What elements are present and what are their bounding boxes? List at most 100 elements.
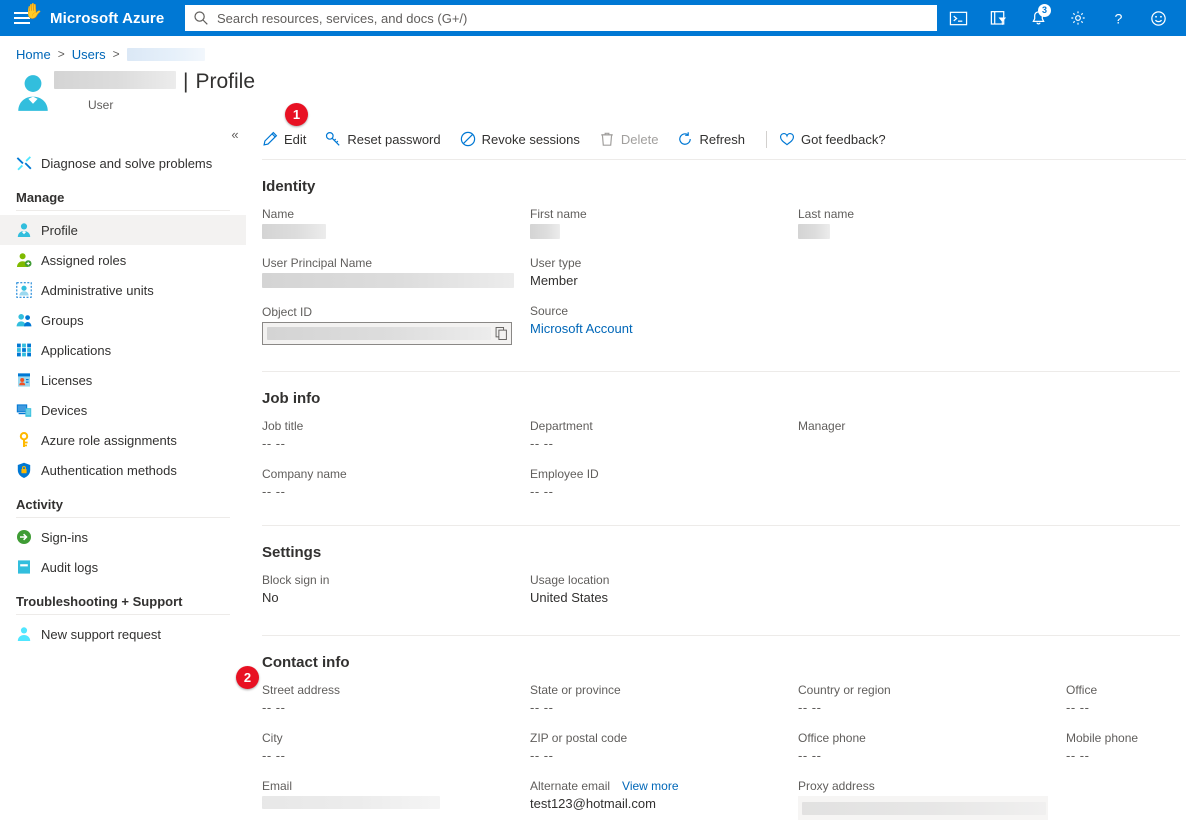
field-label: Employee ID [530, 467, 798, 481]
menu-hamburger-button[interactable]: ✋ [0, 0, 44, 36]
field-source: Source Microsoft Account [530, 304, 798, 338]
field-email: Email [262, 779, 530, 813]
sidebar-item-authentication-methods[interactable]: Authentication methods [0, 455, 246, 485]
field-label: Object ID [262, 305, 530, 319]
field-job-title: Job title -- -- [262, 419, 530, 453]
step-badge-2: 2 [236, 666, 259, 689]
field-proxy-address: Proxy address [798, 779, 1066, 820]
field-label-text: Alternate email [530, 779, 610, 793]
breadcrumb-item-users[interactable]: Users [72, 47, 106, 62]
user-icon [16, 222, 32, 238]
heart-icon [779, 131, 795, 147]
field-value [262, 224, 530, 242]
revoke-sessions-button-label: Revoke sessions [482, 132, 580, 147]
sidebar-group-header-manage: Manage [0, 190, 246, 210]
sidebar-item-sign-ins[interactable]: Sign-ins [0, 522, 246, 552]
page-title: Profile [195, 70, 255, 94]
sidebar-item-devices[interactable]: Devices [0, 395, 246, 425]
reset-password-button-label: Reset password [347, 132, 440, 147]
sign-in-arrow-icon [16, 529, 32, 545]
field-label: Proxy address [798, 779, 1066, 793]
collapse-sidebar-chevron-icon[interactable]: « [224, 124, 246, 144]
divider [262, 635, 1180, 636]
field-city: City -- -- [262, 731, 530, 765]
field-value: test123@hotmail.com [530, 796, 798, 813]
sidebar-item-diagnose-and-solve-problems[interactable]: Diagnose and solve problems [0, 148, 246, 178]
sidebar-item-azure-role-assignments[interactable]: Azure role assignments [0, 425, 246, 455]
trash-icon [599, 131, 615, 147]
field-label: Office [1066, 683, 1138, 697]
source-link[interactable]: Microsoft Account [530, 321, 633, 336]
field-object-id: Object ID [262, 305, 530, 345]
breadcrumb-item-user-redacted[interactable] [127, 48, 205, 61]
field-value: No [262, 590, 530, 607]
settings-gear-icon[interactable] [1058, 0, 1098, 36]
sidebar-item-profile[interactable]: Profile [0, 215, 246, 245]
copy-icon[interactable] [494, 326, 509, 341]
edit-button[interactable]: Edit [262, 124, 315, 154]
got-feedback-button[interactable]: Got feedback? [779, 124, 895, 154]
groups-icon [16, 312, 32, 328]
field-value: -- -- [262, 700, 530, 717]
field-value [262, 273, 530, 291]
edit-button-label: Edit [284, 132, 306, 147]
sidebar-item-label: Authentication methods [41, 463, 177, 478]
field-label: ZIP or postal code [530, 731, 798, 745]
revoke-sessions-button[interactable]: Revoke sessions [460, 124, 589, 154]
field-label: Street address [262, 683, 530, 697]
field-value [262, 796, 530, 813]
field-manager: Manager [798, 419, 1066, 453]
command-bar: Edit Reset password Revoke sessions Dele… [246, 118, 1186, 160]
field-value: -- -- [530, 700, 798, 717]
brand-title[interactable]: Microsoft Azure [50, 10, 164, 27]
view-more-link[interactable]: View more [622, 779, 678, 793]
help-question-icon[interactable]: ? [1098, 0, 1138, 36]
cloud-shell-icon[interactable] [938, 0, 978, 36]
first-name-value-redacted [530, 224, 560, 239]
sidebar-item-new-support-request[interactable]: New support request [0, 619, 246, 649]
field-value: -- -- [798, 700, 1066, 717]
field-label: User Principal Name [262, 256, 530, 270]
key-icon [325, 131, 341, 147]
notifications-bell-icon[interactable]: 3 [1018, 0, 1058, 36]
settings-section-title: Settings [262, 544, 1186, 561]
sidebar-item-label: Azure role assignments [41, 433, 177, 448]
contact-info-section: Contact info Street address -- -- City -… [246, 654, 1186, 834]
field-label: Manager [798, 419, 1066, 433]
refresh-button[interactable]: Refresh [677, 124, 754, 154]
field-label: Mobile phone [1066, 731, 1138, 745]
mouse-cursor-pointer: ✋ [24, 4, 43, 19]
directory-filter-icon[interactable] [978, 0, 1018, 36]
field-state-or-province: State or province -- -- [530, 683, 798, 717]
sidebar-item-assigned-roles[interactable]: Assigned roles [0, 245, 246, 275]
search-input[interactable] [215, 6, 929, 30]
global-search[interactable] [185, 5, 937, 31]
feedback-smiley-icon[interactable] [1138, 0, 1178, 36]
field-label: Name [262, 207, 530, 221]
breadcrumb-item-home[interactable]: Home [16, 47, 51, 62]
sidebar-item-audit-logs[interactable]: Audit logs [0, 552, 246, 582]
reset-password-button[interactable]: Reset password [325, 124, 449, 154]
field-user-principal-name: User Principal Name [262, 256, 530, 291]
sidebar-group-header-troubleshooting-support: Troubleshooting + Support [0, 594, 246, 614]
sidebar-item-label: Sign-ins [41, 530, 88, 545]
sidebar-item-label: Assigned roles [41, 253, 126, 268]
sidebar-item-applications[interactable]: Applications [0, 335, 246, 365]
wrench-screwdriver-icon [16, 155, 32, 171]
sidebar-item-label: Groups [41, 313, 84, 328]
settings-section: Settings Block sign in No Usage location… [246, 544, 1186, 636]
delete-button: Delete [599, 124, 668, 154]
identity-section-title: Identity [262, 178, 1186, 195]
shield-lock-icon [16, 462, 32, 478]
sidebar-item-label: Profile [41, 223, 78, 238]
sidebar-item-licenses[interactable]: Licenses [0, 365, 246, 395]
object-id-readonly-field[interactable] [262, 322, 512, 345]
sidebar-item-administrative-units[interactable]: Administrative units [0, 275, 246, 305]
divider [16, 517, 230, 518]
contact-info-section-title: Contact info [262, 654, 1186, 671]
breadcrumb-separator: > [58, 47, 65, 61]
audit-log-icon [16, 559, 32, 575]
proxy-address-readonly-field[interactable] [798, 796, 1048, 820]
license-icon [16, 372, 32, 388]
sidebar-item-groups[interactable]: Groups [0, 305, 246, 335]
